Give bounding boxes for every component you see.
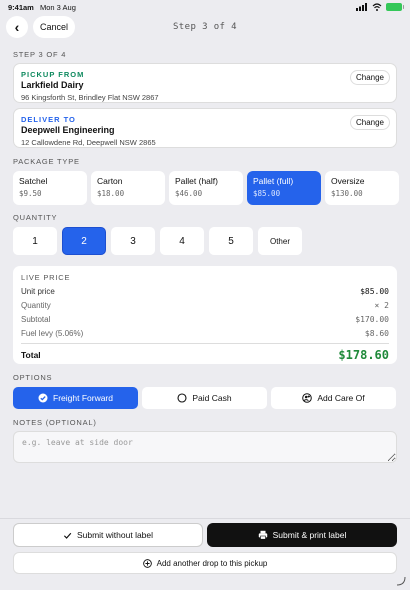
live-price-card: LIVE PRICE Unit price $85.00 Quantity × …	[13, 266, 397, 364]
unit-price-value: $85.00	[360, 287, 389, 296]
option-label: Paid Cash	[192, 393, 232, 403]
option-freight-forward[interactable]: Freight Forward	[13, 387, 138, 409]
package-price: $130.00	[331, 189, 363, 198]
resize-handle-icon[interactable]	[396, 576, 406, 586]
fuel-levy-row: Fuel levy (5.06%) $8.60	[21, 329, 389, 338]
plus-circle-icon	[142, 558, 152, 568]
option-label: Freight Forward	[53, 393, 113, 403]
package-name: Oversize	[331, 176, 365, 186]
notes-label: NOTES (OPTIONAL)	[13, 418, 97, 427]
wifi-icon	[372, 3, 382, 11]
price-divider	[21, 343, 389, 344]
options-group: Freight Forward Paid Cash Add Care Of	[13, 387, 396, 409]
total-row: Total $178.60	[21, 348, 389, 362]
option-paid-cash[interactable]: Paid Cash	[142, 387, 267, 409]
check-circle-icon	[38, 393, 48, 403]
fuel-levy-value: $8.60	[364, 329, 389, 338]
submit-print-label-button[interactable]: Submit & print label	[207, 523, 397, 547]
options-label: OPTIONS	[13, 373, 53, 382]
package-option-pallet-full[interactable]: Pallet (full) $85.00	[247, 171, 321, 205]
package-price: $85.00	[253, 189, 281, 198]
quantity-row-label: Quantity	[21, 301, 51, 310]
package-price: $18.00	[97, 189, 125, 198]
package-name: Satchel	[19, 176, 48, 186]
total-value: $178.60	[338, 348, 389, 362]
circle-icon	[177, 393, 187, 403]
submit-actions: Submit without label Submit & print labe…	[13, 523, 397, 547]
package-name: Pallet (half)	[175, 176, 218, 186]
status-bar: 9:41am Mon 3 Aug	[0, 0, 410, 14]
unit-price-row: Unit price $85.00	[21, 287, 389, 296]
quantity-option-1[interactable]: 1	[13, 227, 57, 255]
deliver-card: DELIVER TO Deepwell Engineering 12 Callo…	[13, 108, 397, 148]
add-drop-button[interactable]: Add another drop to this pickup	[13, 552, 397, 574]
quantity-row: Quantity × 2	[21, 301, 389, 310]
quantity-option-other[interactable]: Other	[258, 227, 302, 255]
deliver-kind: DELIVER TO	[21, 115, 76, 124]
battery-icon	[386, 3, 404, 11]
deliver-change-button[interactable]: Change	[350, 115, 390, 130]
pickup-name: Larkfield Dairy	[21, 80, 84, 90]
quantity-row-value: × 2	[374, 301, 389, 310]
status-date: Mon 3 Aug	[40, 3, 76, 12]
package-name: Carton	[97, 176, 123, 186]
package-option-oversize[interactable]: Oversize $130.00	[325, 171, 399, 205]
submit-without-label-button[interactable]: Submit without label	[13, 523, 203, 547]
add-drop-text: Add another drop to this pickup	[156, 558, 268, 568]
bottom-divider	[0, 518, 410, 519]
page-title: Step 3 of 4	[172, 22, 237, 32]
package-type-group: Satchel $9.50 Carton $18.00 Pallet (half…	[13, 171, 399, 205]
deliver-street: 12 Callowdene Rd, Deepwell NSW 2865	[21, 138, 156, 147]
live-price-label: LIVE PRICE	[21, 273, 71, 282]
status-icons	[356, 3, 404, 11]
package-price: $9.50	[19, 189, 42, 198]
package-option-carton[interactable]: Carton $18.00	[91, 171, 165, 205]
quantity-group: 1 2 3 4 5 Other	[13, 227, 302, 255]
subtotal-value: $170.00	[355, 315, 389, 324]
signal-icon	[356, 3, 367, 11]
pickup-change-button[interactable]: Change	[350, 70, 390, 85]
step-label: STEP 3 OF 4	[13, 50, 67, 59]
submit-print-label-text: Submit & print label	[272, 530, 347, 540]
package-type-label: PACKAGE TYPE	[13, 157, 80, 166]
pickup-street: 96 Kingsforth St, Brindley Flat NSW 2867	[21, 93, 159, 102]
check-icon	[63, 532, 72, 539]
quantity-option-2[interactable]: 2	[62, 227, 106, 255]
pickup-kind: PICKUP FROM	[21, 70, 85, 79]
option-label: Add Care Of	[317, 393, 365, 403]
submit-without-label-text: Submit without label	[76, 530, 154, 540]
package-name: Pallet (full)	[253, 176, 294, 186]
package-option-satchel[interactable]: Satchel $9.50	[13, 171, 87, 205]
subtotal-row: Subtotal $170.00	[21, 315, 389, 324]
notes-input[interactable]	[13, 431, 397, 463]
package-option-pallet-half[interactable]: Pallet (half) $46.00	[169, 171, 243, 205]
pickup-card: PICKUP FROM Larkfield Dairy 96 Kingsfort…	[13, 63, 397, 103]
status-time: 9:41am	[8, 3, 34, 12]
unit-price-label: Unit price	[21, 287, 55, 296]
deliver-name: Deepwell Engineering	[21, 125, 115, 135]
subtotal-label: Subtotal	[21, 315, 51, 324]
total-label: Total	[21, 350, 41, 360]
package-price: $46.00	[175, 189, 203, 198]
fuel-levy-label: Fuel levy (5.06%)	[21, 329, 84, 338]
quantity-label: QUANTITY	[13, 213, 58, 222]
quantity-option-5[interactable]: 5	[209, 227, 253, 255]
option-add-care-of[interactable]: Add Care Of	[271, 387, 396, 409]
quantity-option-3[interactable]: 3	[111, 227, 155, 255]
add-person-icon	[302, 393, 313, 403]
printer-icon	[258, 530, 267, 540]
quantity-option-4[interactable]: 4	[160, 227, 204, 255]
